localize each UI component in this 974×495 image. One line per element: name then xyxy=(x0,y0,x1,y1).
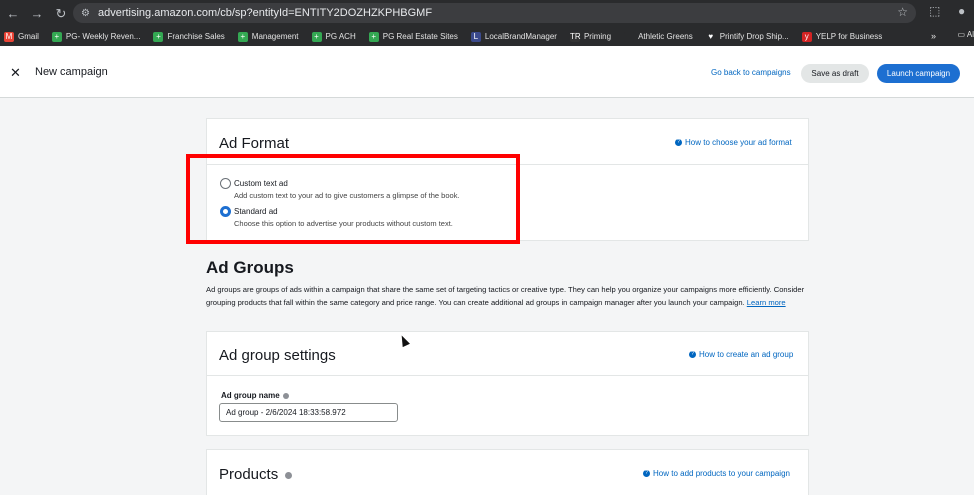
save-draft-button[interactable]: Save as draft xyxy=(801,64,869,83)
bookmark-item[interactable]: + Franchise Sales xyxy=(153,31,225,42)
browser-toolbar: ← → ↻ ⚙ advertising.amazon.com/cb/sp?ent… xyxy=(0,0,974,27)
forward-arrow-icon[interactable]: → xyxy=(26,6,48,21)
info-icon[interactable] xyxy=(282,392,289,399)
help-icon: ? xyxy=(675,139,682,146)
campaign-header: ✕ New campaign Go back to campaigns Save… xyxy=(0,46,974,98)
extensions-icon[interactable]: ⬚ xyxy=(929,4,940,18)
ad-group-help-text: How to create an ad group xyxy=(699,350,794,359)
bookmark-label: Printify Drop Ship... xyxy=(719,32,789,41)
bookmark-favicon-icon: M xyxy=(4,31,14,42)
reload-icon[interactable]: ↻ xyxy=(50,6,72,22)
bookmark-label: PG Real Estate Sites xyxy=(382,32,458,41)
bookmark-star-icon[interactable]: ☆ xyxy=(897,5,908,19)
ad-groups-description: Ad groups are groups of ads within a cam… xyxy=(206,284,806,309)
bookmark-item[interactable]: TR Priming xyxy=(569,31,612,42)
bookmark-label: Athletic Greens xyxy=(638,32,693,41)
bookmarks-overflow-icon[interactable]: » xyxy=(931,31,936,41)
bookmark-favicon-icon: + xyxy=(237,31,248,42)
info-icon[interactable] xyxy=(285,472,293,479)
ad-groups-title: Ad Groups xyxy=(206,258,294,277)
ad-group-name-input[interactable] xyxy=(219,403,398,422)
bookmark-item[interactable]: y YELP for Business xyxy=(801,31,883,42)
bookmark-item[interactable]: Athletic Greens xyxy=(624,31,693,42)
address-bar[interactable]: ⚙ advertising.amazon.com/cb/sp?entityId=… xyxy=(73,3,916,23)
bookmark-label: LocalBrandManager xyxy=(484,32,557,41)
bookmark-favicon-icon xyxy=(624,31,635,42)
bookmark-item[interactable]: M Gmail xyxy=(4,31,39,42)
bookmark-label: YELP for Business xyxy=(815,32,883,41)
ad-group-name-label-text: Ad group name xyxy=(221,391,280,400)
ad-group-name-label: Ad group name xyxy=(221,391,289,400)
ad-format-title: Ad Format xyxy=(219,135,290,152)
products-help-text: How to add products to your campaign xyxy=(653,469,790,478)
site-info-icon[interactable]: ⚙ xyxy=(81,8,90,19)
ad-group-help-link[interactable]: ? How to create an ad group xyxy=(689,350,793,359)
bookmark-label: Priming xyxy=(583,32,612,41)
learn-more-link[interactable]: Learn more xyxy=(747,298,786,307)
highlight-box xyxy=(186,154,520,244)
ad-format-help-text: How to choose your ad format xyxy=(685,138,792,147)
bookmark-item[interactable]: ♥ Printify Drop Ship... xyxy=(705,31,789,42)
launch-campaign-button[interactable]: Launch campaign xyxy=(877,64,960,83)
page-title: New campaign xyxy=(35,66,108,78)
help-icon: ? xyxy=(643,470,650,477)
bookmark-favicon-icon: ♥ xyxy=(705,31,716,42)
bookmark-label: Gmail xyxy=(18,32,39,41)
bookmark-item[interactable]: + PG ACH xyxy=(311,31,356,42)
products-help-link[interactable]: ? How to add products to your campaign xyxy=(643,469,790,478)
back-arrow-icon[interactable]: ← xyxy=(2,6,24,21)
bookmark-item[interactable]: + PG Real Estate Sites xyxy=(368,31,458,42)
products-card: Products ? How to add products to your c… xyxy=(206,449,809,495)
bookmark-item[interactable]: L LocalBrandManager xyxy=(470,31,557,42)
products-title: Products xyxy=(219,466,293,483)
bookmark-favicon-icon: TR xyxy=(569,31,581,42)
bookmark-favicon-icon: y xyxy=(801,31,812,42)
bookmarks-folder-label: Al xyxy=(966,30,974,39)
bookmark-label: Management xyxy=(251,32,299,41)
bookmark-label: PG- Weekly Reven... xyxy=(65,32,141,41)
bookmark-favicon-icon: + xyxy=(311,31,322,42)
bookmark-label: PG ACH xyxy=(325,32,356,41)
bookmark-item[interactable]: + Management xyxy=(237,31,299,42)
close-icon[interactable]: ✕ xyxy=(10,65,21,81)
profile-icon[interactable]: ● xyxy=(958,4,965,18)
bookmarks-folder[interactable]: ▭ Al xyxy=(958,30,974,39)
bookmark-favicon-icon: + xyxy=(153,31,164,42)
address-url[interactable]: advertising.amazon.com/cb/sp?entityId=EN… xyxy=(98,7,432,19)
products-title-text: Products xyxy=(219,466,279,483)
card-divider xyxy=(207,375,808,376)
bookmark-favicon-icon: + xyxy=(51,31,62,42)
ad-groups-description-text: Ad groups are groups of ads within a cam… xyxy=(206,285,805,307)
bookmark-label: Franchise Sales xyxy=(167,32,225,41)
bookmarks-bar: M Gmail + PG- Weekly Reven... + Franchise Sal… xyxy=(0,27,974,46)
bookmark-favicon-icon: + xyxy=(368,31,379,42)
back-to-campaigns-link[interactable]: Go back to campaigns xyxy=(711,68,791,77)
help-icon: ? xyxy=(689,351,696,358)
bookmark-item[interactable]: + PG- Weekly Reven... xyxy=(51,31,141,42)
ad-group-settings-title: Ad group settings xyxy=(219,347,336,364)
ad-format-help-link[interactable]: ? How to choose your ad format xyxy=(675,138,792,147)
bookmark-favicon-icon: L xyxy=(470,31,481,42)
